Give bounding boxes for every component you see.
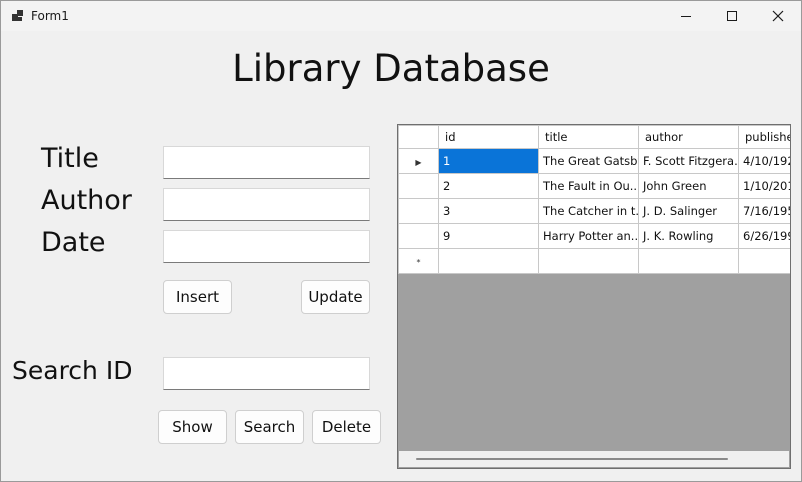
row-header[interactable] [398,198,439,224]
minimize-button[interactable] [663,1,709,31]
date-input[interactable] [163,230,370,263]
grid-cell-author[interactable]: John Green [638,173,739,199]
app-icon [12,10,24,22]
row-header[interactable]: * [398,248,439,274]
column-header-author[interactable]: author [638,125,739,149]
row-header[interactable]: ▶ [398,148,439,174]
minimize-icon [681,15,691,17]
maximize-button[interactable] [709,1,755,31]
grid-cell-title[interactable]: Harry Potter an... [538,223,639,249]
grid-cell-published[interactable]: 6/26/199 [738,223,790,249]
title-bar[interactable]: Form1 [1,1,801,31]
new-row-icon: * [416,258,421,267]
grid-cell-published[interactable]: 1/10/201 [738,173,790,199]
row-header[interactable] [398,223,439,249]
grid-cell-id[interactable] [438,248,539,274]
title-input[interactable] [163,146,370,179]
grid-cell-author[interactable]: J. D. Salinger [638,198,739,224]
main-window: Form1 Library Database Title Author Date… [0,0,802,482]
date-label: Date [41,227,106,258]
grid-cell-author[interactable] [638,248,739,274]
page-title: Library Database [232,47,550,90]
grid-cell-published[interactable] [738,248,790,274]
title-label: Title [41,143,99,174]
grid-corner-header[interactable] [398,125,439,149]
author-input[interactable] [163,188,370,221]
column-header-id[interactable]: id [438,125,539,149]
grid-cell-published[interactable]: 4/10/192 [738,148,790,174]
table-row[interactable]: 2 The Fault in Ou... John Green 1/10/201 [398,173,790,199]
author-label: Author [41,185,132,216]
grid-cell-title[interactable]: The Catcher in t... [538,198,639,224]
show-button[interactable]: Show [158,410,227,444]
grid-cell-title[interactable] [538,248,639,274]
search-id-input[interactable] [163,357,370,390]
grid-cell-id[interactable]: 2 [438,173,539,199]
grid-cell-published[interactable]: 7/16/195 [738,198,790,224]
grid-header-row: id title author publishe [398,125,790,149]
current-row-icon: ▶ [415,158,422,167]
table-row[interactable]: 3 The Catcher in t... J. D. Salinger 7/1… [398,198,790,224]
search-button[interactable]: Search [235,410,304,444]
table-row[interactable]: ▶ 1 The Great Gatsby F. Scott Fitzgera..… [398,148,790,174]
grid-cell-title[interactable]: The Great Gatsby [538,148,639,174]
table-row[interactable]: 9 Harry Potter an... J. K. Rowling 6/26/… [398,223,790,249]
close-button[interactable] [755,1,801,31]
data-grid[interactable]: id title author publishe ▶ 1 The Great G… [397,124,791,469]
row-header[interactable] [398,173,439,199]
insert-button[interactable]: Insert [163,280,232,314]
grid-cell-title[interactable]: The Fault in Ou... [538,173,639,199]
update-button[interactable]: Update [301,280,370,314]
scrollbar-thumb[interactable] [416,458,728,460]
grid-cell-id[interactable]: 9 [438,223,539,249]
horizontal-scrollbar[interactable] [399,451,789,467]
column-header-published[interactable]: publishe [738,125,790,149]
maximize-icon [727,11,737,21]
window-title: Form1 [31,9,69,23]
grid-cell-id[interactable]: 3 [438,198,539,224]
data-grid-table: id title author publishe ▶ 1 The Great G… [398,125,790,274]
close-icon [772,10,784,22]
grid-cell-id[interactable]: 1 [438,148,539,174]
grid-cell-author[interactable]: J. K. Rowling [638,223,739,249]
grid-cell-author[interactable]: F. Scott Fitzgera... [638,148,739,174]
new-row[interactable]: * [398,248,790,274]
column-header-title[interactable]: title [538,125,639,149]
delete-button[interactable]: Delete [312,410,381,444]
search-id-label: Search ID [12,356,133,385]
